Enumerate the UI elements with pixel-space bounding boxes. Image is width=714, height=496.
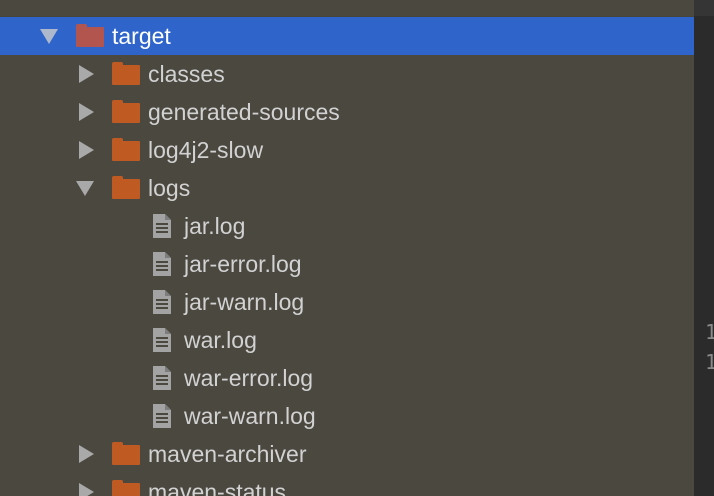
tree-node-label: war.log xyxy=(184,327,257,353)
folder-icon xyxy=(112,100,140,124)
tree-node-file[interactable]: jar.log xyxy=(0,207,694,245)
tree-node-file[interactable]: jar-error.log xyxy=(0,245,694,283)
text-file-icon xyxy=(153,252,171,276)
expand-icon[interactable] xyxy=(79,483,94,496)
collapse-icon[interactable] xyxy=(76,181,94,196)
folder-icon xyxy=(76,24,104,48)
text-file-icon xyxy=(153,214,171,238)
text-file-icon xyxy=(153,290,171,314)
line-number: 1 xyxy=(705,320,714,344)
tree-node-label: jar.log xyxy=(184,213,246,239)
tree-node-label: generated-sources xyxy=(148,99,340,125)
text-file-icon xyxy=(153,404,171,428)
tree-node-classes[interactable]: classes xyxy=(0,55,694,93)
tree-node-label: target xyxy=(112,23,171,49)
folder-icon xyxy=(112,480,140,496)
tree-node-label: jar-warn.log xyxy=(184,289,305,315)
tree-node-label: maven-archiver xyxy=(148,441,307,467)
tree-node-file[interactable]: war-error.log xyxy=(0,359,694,397)
folder-icon xyxy=(112,176,140,200)
line-number: 1 xyxy=(705,350,714,374)
folder-icon xyxy=(112,138,140,162)
tree-node-maven-status[interactable]: maven-status xyxy=(0,473,694,496)
text-file-icon xyxy=(153,328,171,352)
folder-icon xyxy=(112,62,140,86)
tree-node-log4j2-slow[interactable]: log4j2-slow xyxy=(0,131,694,169)
tree-node-target[interactable]: target xyxy=(0,17,694,55)
folder-icon xyxy=(112,442,140,466)
text-file-icon xyxy=(153,366,171,390)
tree-node-file[interactable]: war.log xyxy=(0,321,694,359)
tree-node-label: maven-status xyxy=(148,479,287,496)
tree-top-strip xyxy=(0,0,694,17)
expand-icon[interactable] xyxy=(79,141,94,159)
tree-node-file[interactable]: war-warn.log xyxy=(0,397,694,435)
expand-icon[interactable] xyxy=(79,445,94,463)
collapse-icon[interactable] xyxy=(40,29,58,44)
editor-top-strip xyxy=(694,0,714,16)
tree-node-label: war-warn.log xyxy=(184,403,316,429)
tree-node-logs[interactable]: logs xyxy=(0,169,694,207)
tree-node-label: classes xyxy=(148,61,225,87)
tree-node-label: logs xyxy=(148,175,191,201)
expand-icon[interactable] xyxy=(79,103,94,121)
project-tree: target classes generated-sources log4j2-… xyxy=(0,0,694,496)
editor-gutter: 1 1 xyxy=(694,0,714,496)
tree-node-file[interactable]: jar-warn.log xyxy=(0,283,694,321)
tree-node-maven-archiver[interactable]: maven-archiver xyxy=(0,435,694,473)
tree-node-generated-sources[interactable]: generated-sources xyxy=(0,93,694,131)
expand-icon[interactable] xyxy=(79,65,94,83)
tree-node-label: log4j2-slow xyxy=(148,137,264,163)
tree-node-label: war-error.log xyxy=(184,365,314,391)
tree-node-label: jar-error.log xyxy=(184,251,302,277)
